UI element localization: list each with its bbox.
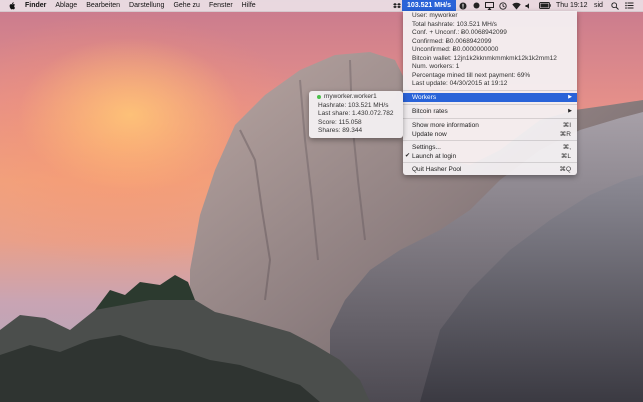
checkmark-icon: ✔ <box>405 152 411 159</box>
menu-item-update-now[interactable]: Update now ⌘R <box>403 130 577 139</box>
menu-app-finder[interactable]: Finder <box>25 2 46 9</box>
menu-gehe-zu[interactable]: Gehe zu <box>173 2 199 9</box>
quit-label: Quit Hasher Pool <box>412 166 462 173</box>
worker-score: Score: 115.058 <box>318 118 362 126</box>
launch-login-shortcut: ⌘L <box>560 152 571 160</box>
menu-separator <box>403 162 577 163</box>
menubar-clock[interactable]: Thu 19:12 <box>556 0 588 11</box>
info-num-workers: Num. workers: 1 <box>412 63 460 70</box>
quit-shortcut: ⌘Q <box>559 166 571 173</box>
update-now-shortcut: ⌘R <box>559 130 571 138</box>
record-icon[interactable] <box>473 0 480 11</box>
battery-icon[interactable] <box>539 0 551 11</box>
notification-center-icon[interactable] <box>625 0 634 11</box>
menu-hilfe[interactable]: Hilfe <box>242 2 256 9</box>
airplay-icon[interactable] <box>485 0 494 11</box>
menu-separator <box>403 140 577 141</box>
info-unconfirmed: Unconfirmed: Ƀ0.0000000000 <box>412 46 499 53</box>
update-now-label: Update now <box>412 130 447 138</box>
worker-name: myworker.worker1 <box>324 93 377 100</box>
info-bitcoin-wallet: Bitcoin wallet: 12jn1k2kknmkmmkmk12k1k2m… <box>412 54 557 62</box>
volume-icon[interactable] <box>525 0 533 11</box>
launch-login-label: Launch at login <box>412 152 457 160</box>
menu-darstellung[interactable]: Darstellung <box>129 2 164 9</box>
apple-icon[interactable] <box>9 1 17 10</box>
workers-label: Workers <box>412 94 437 101</box>
menu-separator <box>403 90 577 91</box>
info-user: User: myworker <box>412 12 458 19</box>
worker-hashrate: Hashrate: 103.521 MH/s <box>318 101 389 109</box>
menu-fenster[interactable]: Fenster <box>209 2 233 9</box>
worker-name-row[interactable]: myworker.worker1 <box>317 93 377 101</box>
menu-item-bitcoin-rates[interactable]: Bitcoin rates ▶ <box>403 107 577 116</box>
menu-separator <box>403 118 577 119</box>
info-confirmed: Confirmed: Ƀ0.0068942099 <box>412 37 492 45</box>
menu-item-workers[interactable]: Workers ▶ <box>403 93 577 102</box>
menu-item-launch-at-login[interactable]: ✔ Launch at login ⌘L <box>403 152 577 161</box>
hasher-pool-menu: User: myworker Total hashrate: 103.521 M… <box>403 11 577 175</box>
hasher-pool-status-item[interactable]: 103.521 MH/s <box>402 0 456 11</box>
menu-bearbeiten[interactable]: Bearbeiten <box>86 2 120 9</box>
dropbox-icon[interactable] <box>393 0 401 11</box>
info-percentage-mined: Percentage mined till next payment: 69% <box>412 71 531 79</box>
menubar-user[interactable]: sid <box>594 0 603 11</box>
worker-online-status-icon <box>317 95 321 99</box>
worker-last-share: Last share: 1.430.072.782 <box>318 110 394 117</box>
spotlight-search-icon[interactable] <box>611 0 619 11</box>
info-total-hashrate: Total hashrate: 103.521 MH/s <box>412 20 497 28</box>
submenu-arrow-icon: ▶ <box>568 94 572 100</box>
menu-item-quit[interactable]: Quit Hasher Pool ⌘Q <box>403 165 577 174</box>
submenu-arrow-icon: ▶ <box>568 108 572 114</box>
alert-icon[interactable] <box>459 0 467 11</box>
info-conf-unconf: Conf. + Unconf.: Ƀ0.0068942099 <box>412 29 507 36</box>
menu-ablage[interactable]: Ablage <box>55 2 77 9</box>
info-last-update: Last update: 04/30/2015 at 19:12 <box>412 80 508 87</box>
workers-submenu: myworker.worker1 Hashrate: 103.521 MH/s … <box>309 91 403 138</box>
bitcoin-rates-label: Bitcoin rates <box>412 108 448 115</box>
menu-separator <box>403 104 577 105</box>
time-machine-icon[interactable] <box>499 0 507 11</box>
worker-shares: Shares: 89.344 <box>318 127 363 134</box>
wifi-icon[interactable] <box>512 0 521 11</box>
